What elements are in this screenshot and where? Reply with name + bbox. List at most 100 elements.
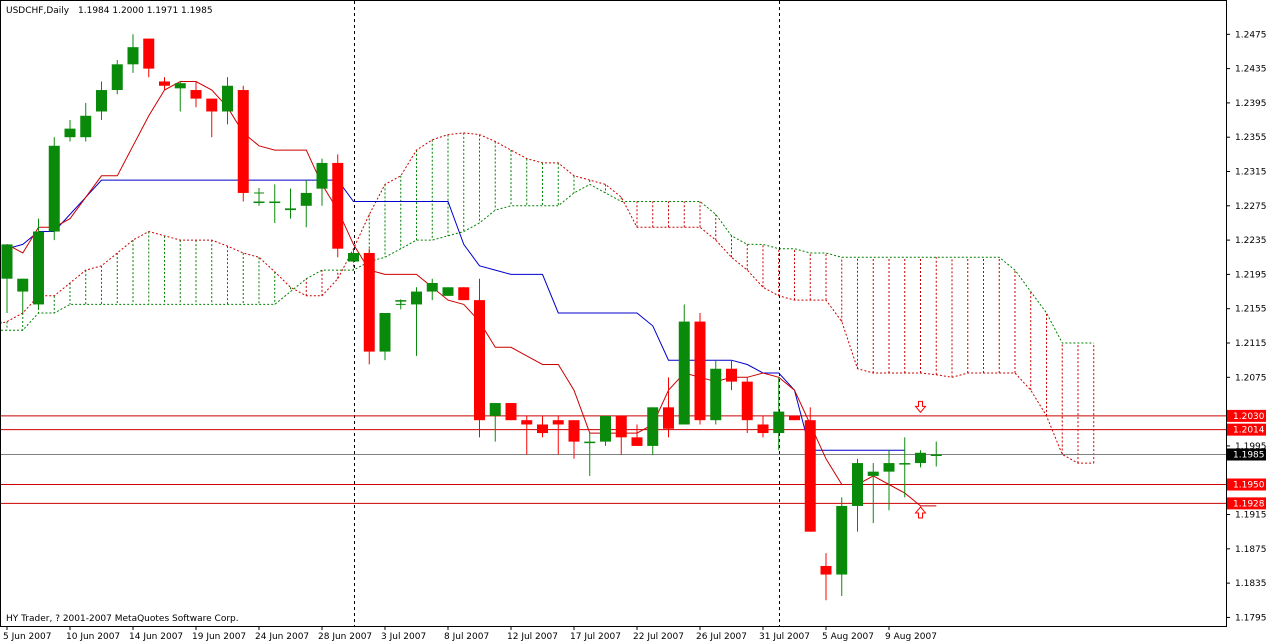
candle-body <box>411 291 422 305</box>
candle-body <box>694 321 706 421</box>
chart-window: 1.2475 1.2435 1.2395 1.2355 1.2315 1.2275 1.22… <box>0 0 1266 644</box>
copyright-text: HY Trader, ? 2001-2007 MetaQuotes Softwa… <box>6 614 239 624</box>
x-tick-label: 5 Aug 2007 <box>822 632 874 642</box>
current-price-label: 1.1985 <box>1233 450 1265 460</box>
hline-price-tag-label: 1.1950 <box>1233 481 1265 491</box>
candle-body <box>521 420 533 425</box>
x-tick-label: 14 Jun 2007 <box>129 632 183 642</box>
candle-body <box>836 505 848 575</box>
candle-body <box>127 47 139 65</box>
y-tick-label: 1.1835 <box>1235 579 1266 589</box>
y-tick-label: 1.1915 <box>1235 511 1266 521</box>
x-tick-label: 5 Jun 2007 <box>3 632 51 642</box>
candle-body <box>631 437 643 446</box>
candle-body <box>615 415 627 438</box>
candle-body <box>426 282 438 292</box>
candle-body <box>269 201 281 204</box>
candle-body <box>458 287 470 301</box>
x-tick-label: 8 Jul 2007 <box>444 632 489 642</box>
candle-body <box>174 83 186 89</box>
candle-body <box>96 90 107 112</box>
y-tick-label: 1.2395 <box>1235 99 1266 109</box>
candle-body <box>584 441 596 444</box>
x-tick-label: 3 Jul 2007 <box>381 632 426 642</box>
chart-ohlc: 1.1984 1.2000 1.1971 1.1985 <box>78 6 213 16</box>
candle-body <box>190 90 202 99</box>
price-chart: 1.2475 1.2435 1.2395 1.2355 1.2315 1.2275 1.22… <box>0 0 1266 644</box>
hline-price-tag-label: 1.1928 <box>1233 499 1265 509</box>
candle-body <box>789 415 800 421</box>
candle-body <box>537 424 548 434</box>
candle-body <box>348 252 359 262</box>
candle-body <box>773 411 785 434</box>
x-tick-label: 28 Jun 2007 <box>318 632 372 642</box>
candle-body <box>883 463 895 472</box>
candle-body <box>48 145 60 232</box>
candle-body <box>899 463 911 465</box>
candle-body <box>253 201 265 204</box>
candle-body <box>285 208 296 211</box>
candle-body <box>64 128 76 138</box>
y-tick-label: 1.2275 <box>1235 202 1266 212</box>
candle-body <box>663 407 674 429</box>
candle-body <box>222 85 233 112</box>
candle-body <box>80 115 92 138</box>
candle-body <box>741 381 753 421</box>
x-tick-label: 26 Jul 2007 <box>696 632 747 642</box>
candle-body <box>143 38 155 69</box>
candle-body <box>647 407 659 446</box>
chart-symbol: USDCHF,Daily <box>6 6 70 16</box>
candle-body <box>505 403 517 421</box>
candle-body <box>726 368 737 382</box>
candle-body <box>489 403 501 416</box>
y-tick-label: 1.2235 <box>1235 236 1266 246</box>
candle-body <box>804 420 816 532</box>
candle-body <box>316 162 328 189</box>
candle-body <box>237 90 249 193</box>
y-tick-label: 1.1875 <box>1235 545 1266 555</box>
y-tick-label: 1.2115 <box>1235 339 1266 349</box>
y-tick-label: 1.2355 <box>1235 133 1266 143</box>
y-tick-label: 1.2315 <box>1235 168 1266 178</box>
candle-body <box>552 420 564 425</box>
x-tick-label: 9 Aug 2007 <box>885 632 937 642</box>
y-tick-label: 1.2435 <box>1235 65 1266 75</box>
x-tick-label: 22 Jul 2007 <box>633 632 684 642</box>
candle-body <box>33 231 44 305</box>
hline-price-tag-label: 1.2030 <box>1233 412 1265 422</box>
candle-body <box>678 321 690 425</box>
x-tick-label: 12 Jul 2007 <box>507 632 558 642</box>
candle-body <box>757 424 769 434</box>
x-tick-label: 19 Jun 2007 <box>192 632 246 642</box>
y-tick-label: 1.2075 <box>1235 373 1266 383</box>
candle-body <box>710 368 722 421</box>
candle-body <box>379 313 391 352</box>
candle-body <box>820 565 832 575</box>
candle-body <box>930 454 942 456</box>
candle-body <box>17 278 29 292</box>
y-tick-label: 1.2475 <box>1235 30 1266 40</box>
candle-body <box>600 415 611 442</box>
candle-body <box>867 471 879 476</box>
candle-body <box>206 98 218 112</box>
candle-body <box>332 162 344 249</box>
candle-body <box>1 244 13 279</box>
candle-body <box>159 81 170 86</box>
candle-body <box>568 420 580 442</box>
y-tick-label: 1.1795 <box>1235 613 1266 623</box>
chart-background <box>0 0 1266 644</box>
x-tick-label: 10 Jun 2007 <box>66 632 120 642</box>
candle-body <box>300 192 312 206</box>
candle-body <box>474 300 485 421</box>
hline-price-tag-label: 1.2014 <box>1233 426 1265 436</box>
candle-body <box>442 287 454 296</box>
candle-body <box>852 463 863 506</box>
candle-body <box>111 64 123 91</box>
x-tick-label: 17 Jul 2007 <box>570 632 621 642</box>
x-tick-label: 31 Jul 2007 <box>759 632 810 642</box>
candle-body <box>915 452 926 464</box>
candle-body <box>363 252 375 352</box>
x-tick-label: 24 Jun 2007 <box>255 632 309 642</box>
y-tick-label: 1.2195 <box>1235 270 1266 280</box>
y-tick-label: 1.2155 <box>1235 305 1266 315</box>
